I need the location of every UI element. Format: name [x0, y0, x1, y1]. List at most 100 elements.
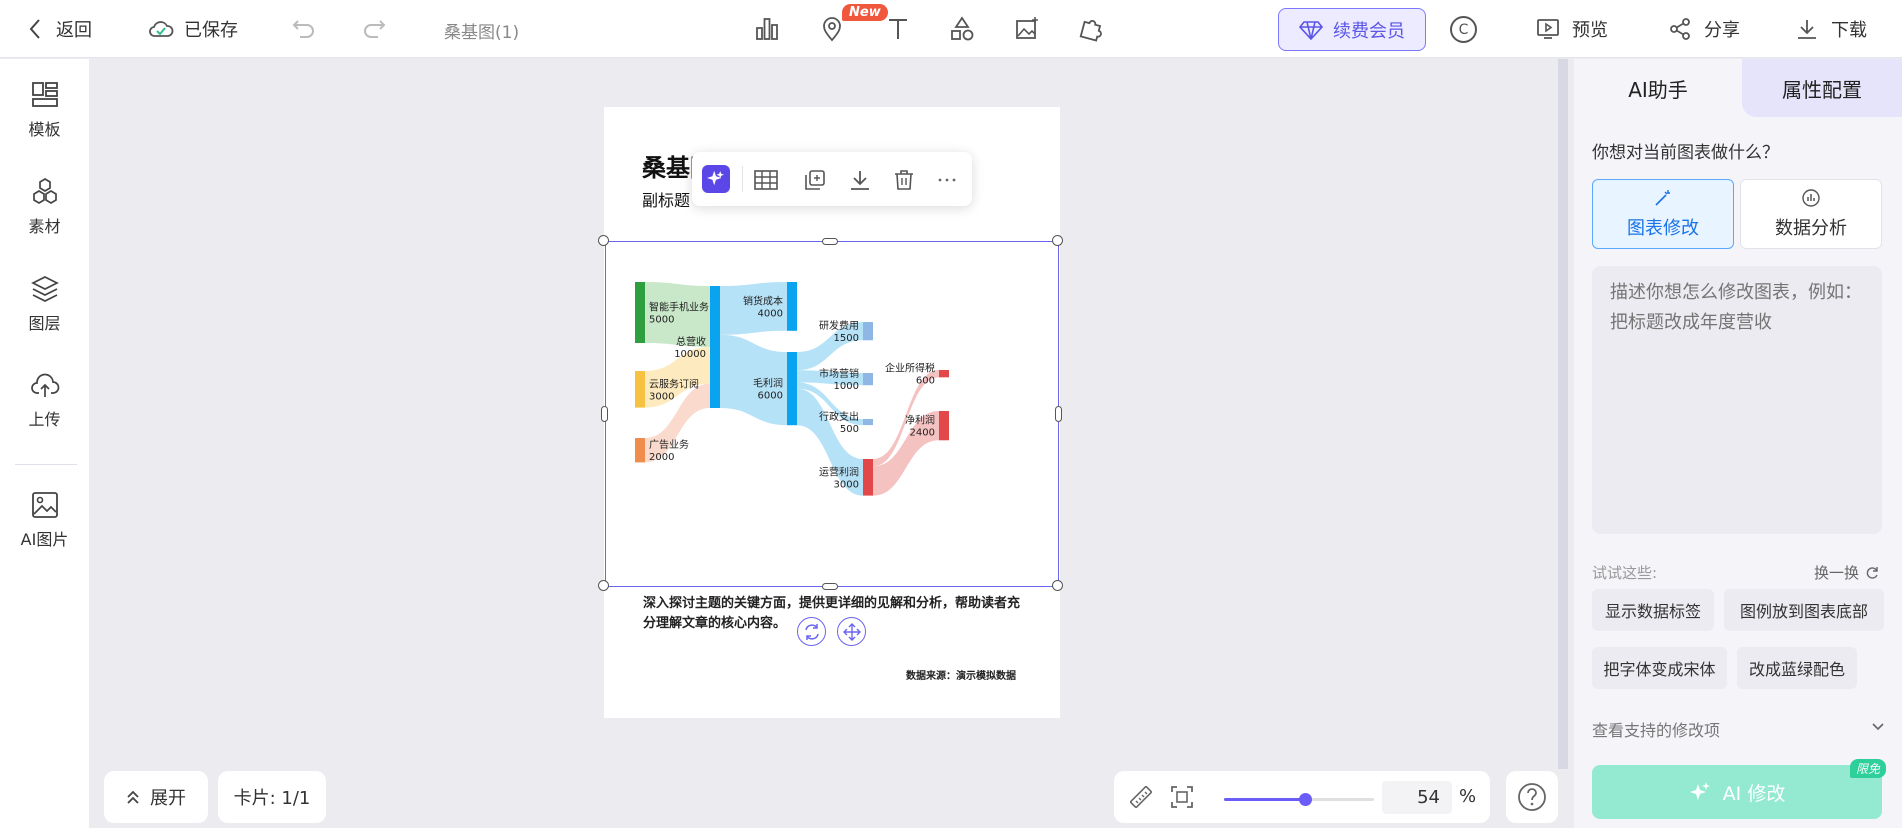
image-add-icon [1016, 17, 1038, 39]
sidebar-divider [15, 464, 77, 465]
puzzle-icon [1079, 20, 1102, 42]
redo-button[interactable] [362, 17, 386, 39]
download-element-button[interactable] [845, 165, 875, 195]
expand-label: 展开 [150, 788, 186, 809]
fit-screen-icon[interactable] [1170, 785, 1194, 809]
mode-chart-edit[interactable]: 图表修改 [1592, 179, 1734, 249]
cloud-check-icon [149, 21, 174, 37]
resize-handle-bottom-right[interactable] [1052, 580, 1063, 591]
zoom-slider-thumb[interactable] [1299, 793, 1312, 806]
ai-assistant-panel: AI助手 属性配置 你想对当前图表做什么？ 图表修改 数据分析 试试这些: 换一… [1574, 59, 1902, 828]
cloud-upload-icon [30, 373, 59, 397]
download-icon [851, 171, 869, 190]
sidebar-item-upload[interactable]: 上传 [0, 370, 89, 430]
preview-button[interactable]: 预览 [1536, 16, 1608, 42]
zoom-slider-fill [1224, 798, 1305, 801]
rotate-icon [804, 623, 819, 640]
zoom-slider[interactable] [1224, 793, 1374, 806]
copyright-button[interactable]: C [1450, 16, 1477, 43]
chart-tool-button[interactable] [752, 14, 782, 44]
analysis-icon [1802, 189, 1820, 207]
rotate-button[interactable] [797, 617, 826, 646]
refresh-label: 换一换 [1814, 564, 1860, 582]
template-icon [31, 82, 58, 107]
suggestion-chip[interactable]: 改成蓝绿配色 [1737, 647, 1857, 689]
prompt-input[interactable] [1592, 266, 1882, 534]
vip-label: 续费会员 [1333, 20, 1405, 42]
resize-handle-left[interactable] [601, 406, 608, 422]
help-button[interactable] [1506, 771, 1558, 823]
expand-button[interactable]: 展开 [104, 771, 208, 823]
refresh-icon [1866, 566, 1878, 579]
text-tool-button[interactable] [883, 14, 913, 44]
sidebar-item-template[interactable]: 模板 [0, 80, 89, 140]
table-icon [754, 170, 778, 190]
edit-data-button[interactable] [751, 165, 781, 195]
map-pin-icon [823, 17, 841, 42]
refresh-suggestions-button[interactable]: 换一换 [1814, 562, 1879, 583]
resize-handle-bottom[interactable] [822, 583, 838, 590]
duplicate-button[interactable] [800, 165, 830, 195]
copyright-icon: C [1458, 21, 1469, 38]
try-label: 试试这些: [1592, 564, 1658, 582]
chevron-left-icon [29, 19, 40, 39]
resize-handle-top-right[interactable] [1052, 235, 1063, 246]
share-label: 分享 [1704, 20, 1740, 41]
sidebar-item-label: AI图片 [20, 530, 69, 549]
ai-edit-button[interactable] [702, 165, 730, 193]
toolbar-divider [742, 166, 743, 192]
back-button[interactable]: 返回 [28, 16, 92, 42]
new-badge: New [842, 4, 888, 21]
shapes-tool-button[interactable] [947, 14, 977, 44]
resize-handle-top-left[interactable] [598, 235, 609, 246]
more-options-button[interactable] [932, 165, 962, 195]
free-badge: 限免 [1850, 759, 1887, 778]
delete-button[interactable] [889, 165, 919, 195]
card-label: 卡片: 1/1 [233, 788, 311, 809]
share-icon [1670, 18, 1690, 40]
chart-description[interactable]: 深入探讨主题的关键方面，提供更详细的见解和分析，帮助读者充分理解文章的核心内容。 [643, 594, 1023, 634]
data-source[interactable]: 数据来源：演示模拟数据 [906, 667, 1016, 682]
sidebar-item-label: 图层 [28, 314, 61, 333]
suggestion-chip[interactable]: 显示数据标签 [1592, 589, 1714, 631]
sidebar-item-label: 上传 [28, 410, 61, 429]
resize-handle-bottom-left[interactable] [598, 580, 609, 591]
sidebar-item-layers[interactable]: 图层 [0, 274, 89, 334]
top-toolbar: 返回 已保存 桑基图(1) New 续费会员 C 预览 分享 下载 [0, 0, 1902, 58]
chevron-down-icon[interactable] [1870, 719, 1886, 735]
suggestion-chip[interactable]: 图例放到图表底部 [1724, 589, 1884, 631]
tab-label: AI助手 [1628, 77, 1688, 102]
resize-handle-top[interactable] [822, 238, 838, 245]
download-icon [1798, 20, 1816, 39]
download-button[interactable]: 下载 [1795, 16, 1867, 42]
chart-subtitle[interactable]: 副标题 [642, 187, 690, 211]
share-button[interactable]: 分享 [1668, 16, 1740, 42]
image-tool-button[interactable] [1012, 14, 1042, 44]
download-label: 下载 [1831, 20, 1867, 41]
copy-icon [805, 170, 825, 190]
saved-status: 已保存 [148, 16, 238, 42]
tab-ai-assistant[interactable]: AI助手 [1574, 59, 1742, 117]
card-counter[interactable]: 卡片: 1/1 [218, 771, 326, 823]
trash-icon [895, 170, 913, 190]
zoom-unit: % [1459, 786, 1477, 807]
chart-icon [756, 18, 778, 40]
sidebar-item-material[interactable]: 素材 [0, 177, 89, 237]
move-button[interactable] [837, 617, 866, 646]
ruler-icon[interactable] [1129, 785, 1153, 809]
supported-edits-link[interactable]: 查看支持的修改项 [1592, 717, 1720, 741]
tab-properties[interactable]: 属性配置 [1742, 59, 1902, 117]
plugin-tool-button[interactable] [1077, 14, 1107, 44]
chevrons-up-icon [127, 790, 139, 804]
suggestion-chip[interactable]: 把字体变成宋体 [1592, 647, 1727, 689]
document-name[interactable]: 桑基图(1) [444, 18, 519, 43]
chart-selection-box[interactable] [605, 241, 1059, 587]
undo-button[interactable] [292, 17, 316, 39]
canvas-scrollbar[interactable] [1558, 59, 1568, 769]
zoom-input[interactable]: 54 [1382, 781, 1452, 814]
sidebar-item-ai-image[interactable]: AI图片 [0, 490, 89, 550]
mode-data-analysis[interactable]: 数据分析 [1740, 179, 1882, 249]
resize-handle-right[interactable] [1055, 406, 1062, 422]
renew-vip-button[interactable]: 续费会员 [1278, 8, 1426, 51]
ai-modify-button[interactable]: AI 修改 [1592, 765, 1882, 819]
